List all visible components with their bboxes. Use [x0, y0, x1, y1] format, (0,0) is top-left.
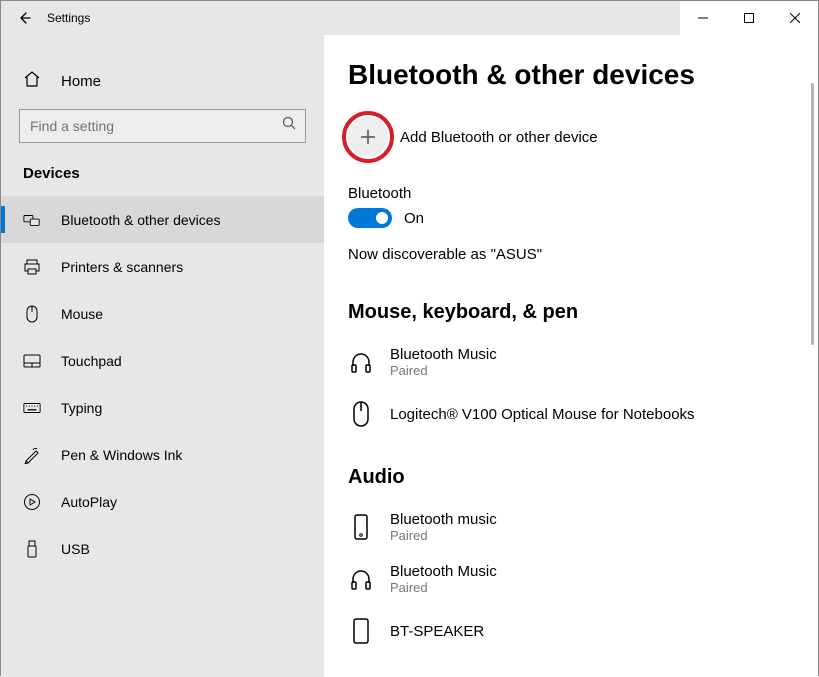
- sidebar-item-autoplay[interactable]: AutoPlay: [1, 478, 324, 525]
- phone-icon: [348, 514, 374, 540]
- sidebar-item-touchpad[interactable]: Touchpad: [1, 337, 324, 384]
- page-title: Bluetooth & other devices: [348, 59, 798, 91]
- sidebar-item-pen[interactable]: Pen & Windows Ink: [1, 431, 324, 478]
- device-name: BT-SPEAKER: [390, 623, 484, 640]
- back-arrow-icon: [16, 10, 32, 26]
- device-row[interactable]: Bluetooth Music Paired: [348, 336, 798, 388]
- sidebar-item-label: Typing: [61, 400, 102, 416]
- pen-icon: [23, 446, 41, 464]
- window-controls: [680, 1, 818, 35]
- title-bar: Settings: [1, 1, 818, 35]
- back-button[interactable]: [1, 1, 47, 35]
- minimize-icon: [698, 13, 708, 23]
- mouse-icon: [23, 305, 41, 323]
- search-input-container[interactable]: [19, 109, 306, 143]
- section-audio: Audio: [348, 466, 798, 489]
- search-input[interactable]: [30, 118, 282, 134]
- sidebar-item-mouse[interactable]: Mouse: [1, 290, 324, 337]
- discoverable-text: Now discoverable as "ASUS": [348, 246, 798, 263]
- sidebar-nav: Bluetooth & other devices Printers & sca…: [1, 196, 324, 572]
- bluetooth-devices-icon: [23, 212, 41, 228]
- maximize-button[interactable]: [726, 1, 772, 35]
- sidebar-item-label: AutoPlay: [61, 494, 117, 510]
- device-row[interactable]: Bluetooth music Paired: [348, 501, 798, 553]
- speaker-icon: [348, 618, 374, 644]
- close-icon: [790, 13, 800, 23]
- sidebar-item-typing[interactable]: Typing: [1, 384, 324, 431]
- sidebar-item-label: Bluetooth & other devices: [61, 212, 221, 228]
- autoplay-icon: [23, 493, 41, 511]
- bluetooth-toggle-label: Bluetooth: [348, 185, 798, 202]
- sidebar-item-label: Touchpad: [61, 353, 122, 369]
- device-name: Bluetooth Music: [390, 563, 497, 580]
- device-name: Bluetooth music: [390, 511, 497, 528]
- add-device-button[interactable]: Add Bluetooth or other device: [348, 117, 798, 157]
- sidebar-item-label: Pen & Windows Ink: [61, 447, 182, 463]
- headphones-icon: [348, 567, 374, 591]
- sidebar-item-usb[interactable]: USB: [1, 525, 324, 572]
- printer-icon: [23, 258, 41, 276]
- device-row[interactable]: BT-SPEAKER: [348, 605, 798, 657]
- usb-icon: [23, 540, 41, 558]
- add-device-label: Add Bluetooth or other device: [400, 129, 598, 146]
- mouse-icon: [348, 401, 374, 427]
- keyboard-icon: [23, 402, 41, 414]
- window-title: Settings: [47, 11, 90, 25]
- home-label: Home: [61, 73, 101, 90]
- bluetooth-toggle-state: On: [404, 210, 424, 227]
- minimize-button[interactable]: [680, 1, 726, 35]
- device-status: Paired: [390, 363, 497, 378]
- bluetooth-toggle[interactable]: [348, 208, 392, 228]
- sidebar: Home Devices Bluetooth & other devices: [1, 35, 324, 677]
- scrollbar[interactable]: [811, 83, 814, 345]
- section-mouse-keyboard-pen: Mouse, keyboard, & pen: [348, 301, 798, 324]
- sidebar-item-label: USB: [61, 541, 90, 557]
- main-content: Bluetooth & other devices Add Bluetooth …: [324, 35, 818, 677]
- device-row[interactable]: Logitech® V100 Optical Mouse for Noteboo…: [348, 388, 798, 440]
- touchpad-icon: [23, 354, 41, 368]
- device-status: Paired: [390, 528, 497, 543]
- plus-icon: [348, 117, 388, 157]
- headphones-icon: [348, 350, 374, 374]
- sidebar-item-bluetooth[interactable]: Bluetooth & other devices: [1, 196, 324, 243]
- sidebar-item-printers[interactable]: Printers & scanners: [1, 243, 324, 290]
- sidebar-item-label: Printers & scanners: [61, 259, 183, 275]
- close-button[interactable]: [772, 1, 818, 35]
- device-name: Bluetooth Music: [390, 346, 497, 363]
- home-link[interactable]: Home: [1, 61, 324, 101]
- sidebar-item-label: Mouse: [61, 306, 103, 322]
- device-status: Paired: [390, 580, 497, 595]
- search-icon: [282, 116, 297, 136]
- maximize-icon: [744, 13, 754, 23]
- sidebar-section-title: Devices: [1, 159, 324, 196]
- device-row[interactable]: Bluetooth Music Paired: [348, 553, 798, 605]
- home-icon: [23, 70, 41, 93]
- device-name: Logitech® V100 Optical Mouse for Noteboo…: [390, 406, 695, 423]
